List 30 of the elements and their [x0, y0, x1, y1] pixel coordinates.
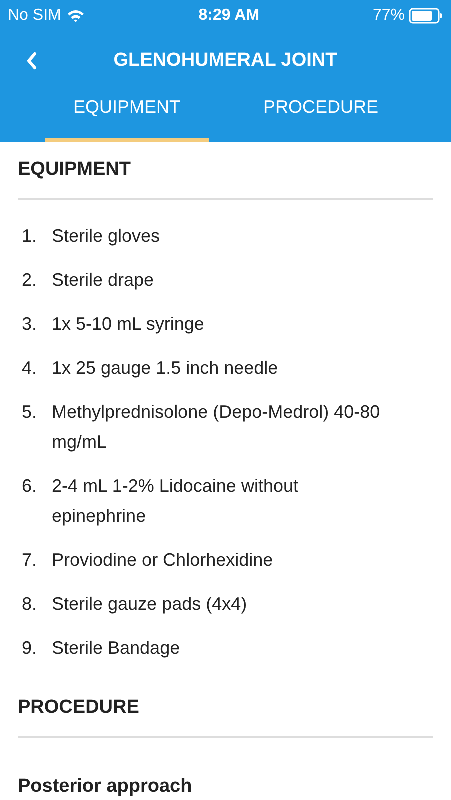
list-number: 6. [22, 475, 38, 498]
equipment-item: Sterile drape [52, 269, 156, 292]
tab[interactable]: PROCEDURE [239, 90, 403, 142]
equipment-item: Sterile gloves [52, 225, 162, 248]
back-chevron-icon [26, 52, 38, 70]
equipment-item: 1x 25 gauge 1.5 inch needle [52, 357, 280, 380]
wifi-icon [67, 9, 86, 23]
equipment-item: 2-4 mL 1-2% Lidocaine without epinephrine [52, 475, 300, 528]
battery-percent: 77% [372, 6, 405, 26]
equipment-item: 1x 5-10 mL syringe [52, 313, 206, 336]
equipment-item: Sterile Bandage [52, 637, 182, 660]
equipment-item: Methylprednisolone (Depo-Medrol) 40-80 mg/mL [52, 401, 382, 454]
screen-title: GLENOHUMERAL JOINT [114, 48, 338, 73]
list-number: 8. [22, 593, 38, 616]
equipment-item: Sterile gauze pads (4x4) [52, 593, 248, 616]
section-heading: EQUIPMENT [18, 158, 131, 182]
carrier-label: No SIM [8, 6, 62, 26]
list-number: 9. [22, 637, 38, 660]
tab[interactable]: EQUIPMENT [45, 90, 209, 142]
clock-time: 8:29 AM [198, 6, 260, 26]
list-number: 7. [22, 549, 38, 572]
battery-icon [408, 8, 443, 24]
section-heading: PROCEDURE [18, 696, 140, 720]
list-number: 1. [22, 225, 38, 248]
approach-heading: Posterior approach [18, 776, 192, 797]
equipment-item: Proviodine or Chlorhexidine [52, 549, 274, 572]
list-number: 2. [22, 269, 38, 292]
list-number: 4. [22, 357, 38, 380]
list-number: 5. [22, 401, 38, 424]
list-number: 3. [22, 313, 38, 336]
